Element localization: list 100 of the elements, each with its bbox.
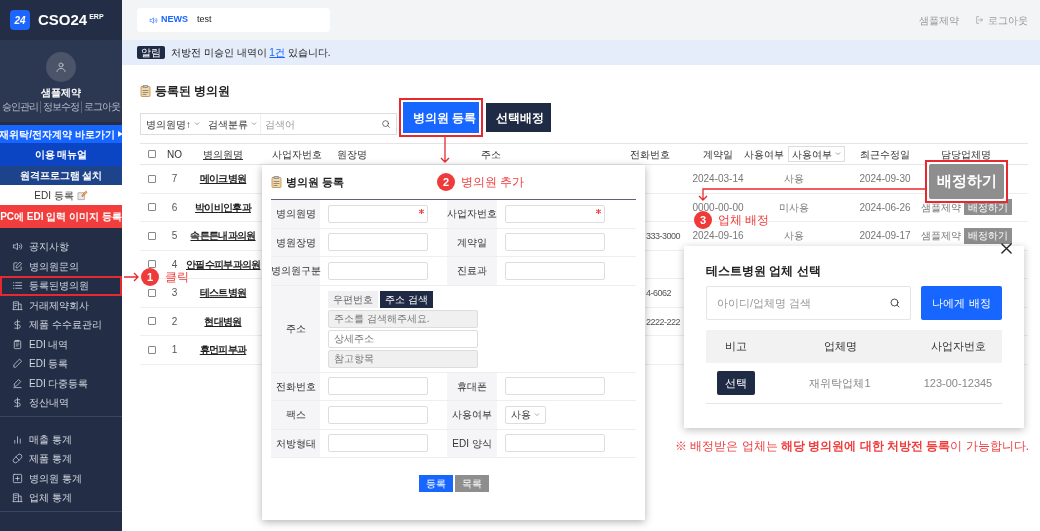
person-icon (55, 61, 67, 73)
table-cell: 2024-09-16 (692, 230, 744, 242)
column-header: 전화번호 (630, 147, 670, 162)
hospital-name-link[interactable]: 안필수피부과의원 (186, 258, 261, 270)
column-header: 비고 (725, 340, 747, 353)
input-field[interactable]: 참고항목 (328, 349, 478, 368)
input-field[interactable] (328, 204, 428, 223)
input-field[interactable] (505, 233, 605, 252)
hospital-name-link[interactable]: 테스트병원 (199, 287, 247, 299)
search-bar[interactable]: 병의원명↑ 검색분류 검색어 (140, 113, 397, 135)
register-button[interactable]: 병의원 등록 (403, 102, 479, 133)
input-field[interactable] (328, 434, 428, 453)
checkbox[interactable] (147, 231, 156, 240)
field-label: 처방형태 (271, 429, 320, 458)
hospital-name-link[interactable]: 박이비인후과 (195, 201, 251, 213)
sidebar-menu-item[interactable]: 거래제약회사 (0, 295, 122, 315)
close-icon[interactable] (1001, 243, 1012, 254)
input-field[interactable] (505, 434, 605, 453)
table-cell-text: 샘플제약 (920, 229, 961, 244)
field-label: 사용여부 (447, 401, 497, 430)
assign-selected-button[interactable]: 선택배정 (486, 103, 551, 132)
sidebar-menu-item[interactable]: 제품 수수료관리 (0, 315, 122, 335)
checkbox[interactable] (147, 288, 156, 297)
input-field[interactable] (328, 377, 428, 396)
input-field[interactable] (505, 377, 605, 396)
sidebar-menu-item[interactable]: 등록된병의원 (0, 276, 122, 296)
dialog-button[interactable]: 등록 (418, 475, 453, 492)
hospital-name-link[interactable]: 속튼튼내과의원 (190, 230, 256, 242)
checkbox[interactable] (147, 260, 156, 269)
column-header: 주소 (481, 147, 501, 162)
count-link[interactable]: 1건 (269, 47, 285, 58)
step-label: 병의원 추가 (461, 174, 525, 191)
table-cell: 3 (171, 287, 178, 299)
arrow (123, 272, 139, 282)
alert-badge: 알림 (137, 46, 165, 59)
plus-square-icon (12, 472, 23, 484)
hospital-name-link[interactable]: 메이크병원 (199, 173, 247, 185)
sidebar-menu-item[interactable]: 제품 통계 (0, 449, 122, 469)
sidebar-menu-item[interactable]: 정산내역 (0, 393, 122, 413)
chevron-down-icon (251, 121, 257, 127)
assign-to-me-button[interactable]: 나에게 배정 (921, 286, 1002, 320)
checkbox[interactable] (147, 345, 156, 354)
field-label: 병원장명 (271, 228, 320, 257)
field-label: 사업자번호 (447, 200, 497, 229)
table-cell: 0000-00-00 (692, 201, 744, 213)
sidebar-link-button[interactable]: 재위탁/전자계약 바로가기 (0, 125, 122, 143)
hospital-name-link[interactable]: 현대병원 (204, 315, 242, 327)
address-button[interactable]: 주소 검색 (380, 290, 433, 308)
pen-line-icon (12, 377, 23, 389)
hospital-name-link[interactable]: 휴먼피부과 (199, 344, 247, 356)
dialog-title: 테스트병원 업체 선택 (706, 264, 822, 278)
column-header-link[interactable]: 병의원명 (203, 146, 243, 162)
dollar-icon (12, 319, 23, 331)
profile-link[interactable]: 정보수정 (40, 101, 81, 113)
address-button[interactable]: 우편번호 (328, 290, 378, 308)
checkbox[interactable] (147, 174, 156, 183)
profile-link[interactable]: 승인관리 (0, 101, 40, 113)
sidebar-link-button[interactable]: PC에 EDI 입력 이미지 등록 (0, 205, 122, 228)
field-label: 진료과 (447, 257, 497, 286)
sidebar-menu-item[interactable]: 공지사항 (0, 237, 122, 257)
required-icon (596, 208, 601, 214)
step-label: 클릭 (165, 270, 189, 286)
column-header: 사용여부 (743, 147, 784, 162)
select-field[interactable]: 사용 (505, 405, 546, 424)
sidebar-menu-item[interactable]: EDI 다중등록 (0, 373, 122, 393)
input-field[interactable] (328, 261, 428, 280)
filter-dropdown[interactable]: 검색분류 (203, 116, 260, 132)
page-title: 등록된 병의원 (155, 83, 231, 100)
checkbox[interactable] (147, 203, 156, 212)
search-icon (381, 119, 391, 129)
input-field[interactable] (328, 405, 428, 424)
input-field[interactable]: 상세주소 (328, 329, 478, 348)
input-field[interactable] (328, 233, 428, 252)
sidebar-menu-item[interactable]: 업체 통계 (0, 488, 122, 508)
input-field[interactable] (505, 204, 605, 223)
sidebar-link-button[interactable]: EDI 등록 (0, 185, 122, 205)
table-cell: 4-6062 (646, 288, 672, 298)
dialog-title: 병의원 등록 (286, 174, 345, 190)
filter-dropdown[interactable]: 병의원명↑ (141, 116, 203, 132)
field-label: 주소 (271, 285, 320, 373)
checkbox[interactable] (147, 317, 156, 326)
assignment-note: ※ 배정받은 업체는 해당 병의원에 대한 처방전 등록이 가능합니다. (674, 438, 1030, 455)
table-cell: 4 (171, 258, 178, 270)
sidebar-menu-item[interactable]: 병의원 통계 (0, 468, 122, 488)
field-label: 병의원명 (271, 200, 320, 229)
usage-filter-dropdown[interactable]: 사용여부 (787, 146, 845, 162)
checkbox[interactable] (147, 150, 156, 158)
table-cell-text: 샘플제약 (920, 200, 961, 215)
sidebar-link-button[interactable]: 이용 매뉴얼 (0, 143, 122, 166)
table-cell: 2024-09-17 (859, 230, 911, 242)
sidebar-menu-item[interactable]: EDI 내역 (0, 334, 122, 354)
sidebar-menu-item[interactable]: EDI 등록 (0, 354, 122, 374)
search-field[interactable]: 아이디/업체명 검색 (706, 286, 911, 320)
input-field[interactable] (505, 261, 605, 280)
table-cell: 2024-06-26 (859, 201, 911, 213)
sidebar-menu-item[interactable]: 매출 통계 (0, 429, 122, 449)
select-button[interactable]: 선택 (717, 371, 755, 395)
sidebar-menu-item[interactable]: 병의원문의 (0, 256, 122, 276)
input-field[interactable]: 주소를 검색해주세요. (328, 309, 478, 328)
sidebar-link-button[interactable]: 원격프로그램 설치 (0, 166, 122, 185)
